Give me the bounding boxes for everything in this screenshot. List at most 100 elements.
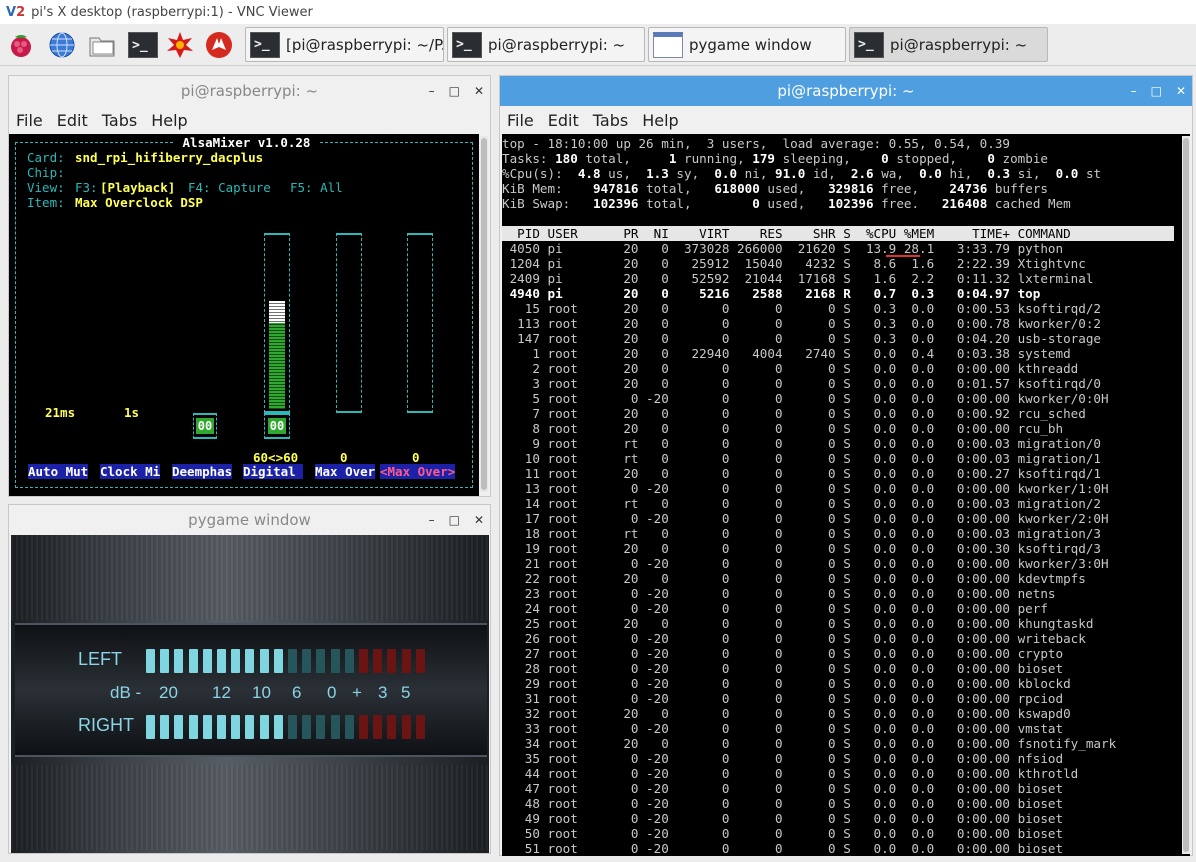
menu-tabs[interactable]: Tabs (593, 111, 628, 130)
digital-volume-slider[interactable] (264, 233, 290, 413)
label-auto-mute[interactable]: Auto Mut (28, 464, 89, 479)
process-row[interactable]: 19 root 20 0 0 0 0 S 0.0 0.0 0:00.30 kso… (502, 541, 1101, 556)
math-app-icon[interactable] (163, 28, 197, 62)
process-row[interactable]: 27 root 0 -20 0 0 0 S 0.0 0.0 0:00.00 cr… (502, 646, 1063, 661)
max-overclock-slider[interactable] (407, 233, 433, 413)
max-overclock-dsp-slider[interactable] (336, 233, 362, 413)
terminal-launcher-icon[interactable]: >_ (126, 28, 160, 62)
process-row[interactable]: 35 root 0 -20 0 0 0 S 0.0 0.0 0:00.00 nf… (502, 751, 1063, 766)
process-row[interactable]: 33 root 0 -20 0 0 0 S 0.0 0.0 0:00.00 vm… (502, 721, 1063, 736)
process-row[interactable]: 28 root 0 -20 0 0 0 S 0.0 0.0 0:00.00 bi… (502, 661, 1063, 676)
wolfram-app-icon[interactable] (202, 28, 236, 62)
process-row[interactable]: 48 root 0 -20 0 0 0 S 0.0 0.0 0:00.00 bi… (502, 796, 1063, 811)
scrollbar-thumb[interactable] (1183, 138, 1189, 852)
process-row[interactable]: 32 root 20 0 0 0 0 S 0.0 0.0 0:00.00 ksw… (502, 706, 1071, 721)
maximize-icon[interactable]: □ (449, 513, 460, 527)
process-row[interactable]: 147 root 20 0 0 0 0 S 0.3 0.0 0:04.20 us… (502, 331, 1101, 346)
deemphasis-switch[interactable]: 00 (193, 413, 217, 439)
scrollbar-thumb[interactable] (481, 138, 487, 490)
process-row[interactable]: 2409 pi 20 0 52592 21044 17168 S 1.6 2.2… (502, 271, 1094, 286)
close-icon[interactable]: ✕ (1176, 84, 1186, 98)
maximize-icon[interactable]: □ (449, 84, 460, 98)
card-value: snd_rpi_hifiberry_dacplus (75, 150, 264, 165)
process-row[interactable]: 4050 pi 20 0 373028 266000 21620 S 13.9 … (502, 241, 1064, 256)
web-browser-icon[interactable] (45, 28, 79, 62)
top-title-bar[interactable]: pi@raspberrypi: ~ – □ ✕ (500, 76, 1192, 106)
close-icon[interactable]: ✕ (474, 513, 484, 527)
top-window[interactable]: pi@raspberrypi: ~ – □ ✕ File Edit Tabs H… (499, 75, 1193, 856)
close-icon[interactable]: ✕ (474, 84, 484, 98)
process-row[interactable]: 22 root 20 0 0 0 0 S 0.0 0.0 0:00.00 kde… (502, 571, 1086, 586)
process-row[interactable]: 47 root 0 -20 0 0 0 S 0.0 0.0 0:00.00 bi… (502, 781, 1063, 796)
alsamixer-window[interactable]: pi@raspberrypi: ~ – □ ✕ File Edit Tabs H… (8, 75, 491, 497)
menu-file[interactable]: File (507, 111, 534, 130)
menu-edit[interactable]: Edit (57, 111, 88, 130)
process-row[interactable]: 113 root 20 0 0 0 0 S 0.3 0.0 0:00.78 kw… (502, 316, 1101, 331)
vu-segment (316, 715, 326, 739)
item-label: Item: (27, 195, 65, 210)
process-row[interactable]: 26 root 0 -20 0 0 0 S 0.0 0.0 0:00.00 wr… (502, 631, 1086, 646)
maximize-icon[interactable]: □ (1151, 84, 1162, 98)
pygame-window[interactable]: pygame window – □ ✕ LEFT RIGHT dB - 20 1… (8, 504, 491, 854)
view-playback[interactable]: [Playback] (100, 180, 175, 195)
process-row[interactable]: 25 root 20 0 0 0 0 S 0.0 0.0 0:00.00 khu… (502, 616, 1094, 631)
process-row[interactable]: 7 root 20 0 0 0 0 S 0.0 0.0 0:00.92 rcu_… (502, 406, 1086, 421)
process-row[interactable]: 5 root 0 -20 0 0 0 S 0.0 0.0 0:00.00 kwo… (502, 391, 1108, 406)
minimize-icon[interactable]: – (429, 513, 435, 527)
minimize-icon[interactable]: – (1131, 84, 1137, 98)
process-row[interactable]: 51 root 0 -20 0 0 0 S 0.0 0.0 0:00.00 bi… (502, 841, 1063, 856)
vu-segment (288, 649, 297, 673)
process-row[interactable]: 49 root 0 -20 0 0 0 S 0.0 0.0 0:00.00 bi… (502, 811, 1063, 826)
task-terminal-3[interactable]: >_ pi@raspberrypi: ~ (849, 27, 1048, 62)
menu-help[interactable]: Help (642, 111, 678, 130)
process-row[interactable]: 1 root 20 0 22940 4004 2740 S 0.0 0.4 0:… (502, 346, 1070, 361)
process-row[interactable]: 29 root 0 -20 0 0 0 S 0.0 0.0 0:00.00 kb… (502, 676, 1071, 691)
label-digital[interactable]: Digital (243, 464, 304, 479)
task-pygame-window[interactable]: pygame window (648, 27, 846, 62)
process-row[interactable]: 11 root 20 0 0 0 0 S 0.0 0.0 0:00.27 kso… (502, 466, 1101, 481)
top-terminal-screen[interactable]: top - 18:10:00 up 26 min, 3 users, load … (502, 134, 1190, 856)
process-row[interactable]: 21 root 0 -20 0 0 0 S 0.0 0.0 0:00.00 kw… (502, 556, 1109, 571)
digital-mute-switch[interactable]: 00 (264, 413, 290, 439)
process-row[interactable]: 2 root 20 0 0 0 0 S 0.0 0.0 0:00.00 kthr… (502, 361, 1078, 376)
process-row[interactable]: 13 root 0 -20 0 0 0 S 0.0 0.0 0:00.00 kw… (502, 481, 1109, 496)
alsamixer-screen[interactable]: AlsaMixer v1.0.28 Card: snd_rpi_hifiberr… (9, 134, 479, 496)
raspberry-menu-icon[interactable] (4, 28, 38, 62)
alsamixer-title-bar[interactable]: pi@raspberrypi: ~ – □ ✕ (9, 76, 490, 106)
process-row[interactable]: 4940 pi 20 0 5216 2588 2168 R 0.7 0.3 0:… (502, 286, 1041, 301)
process-row[interactable]: 1204 pi 20 0 25912 15040 4232 S 8.6 1.6 … (502, 256, 1086, 271)
label-deemphasis[interactable]: Deemphas (172, 464, 233, 479)
file-manager-icon[interactable] (85, 28, 119, 62)
process-row[interactable]: 14 root rt 0 0 0 0 S 0.0 0.0 0:00.03 mig… (502, 496, 1101, 511)
process-row[interactable]: 9 root rt 0 0 0 0 S 0.0 0.0 0:00.03 migr… (502, 436, 1101, 451)
process-row[interactable]: 50 root 0 -20 0 0 0 S 0.0 0.0 0:00.00 bi… (502, 826, 1063, 841)
minimize-icon[interactable]: – (429, 84, 435, 98)
process-row[interactable]: 17 root 0 -20 0 0 0 S 0.0 0.0 0:00.00 kw… (502, 511, 1109, 526)
top-scrollbar[interactable] (1182, 136, 1190, 854)
process-row[interactable]: 8 root 20 0 0 0 0 S 0.0 0.0 0:00.00 rcu_… (502, 421, 1063, 436)
process-row[interactable]: 44 root 0 -20 0 0 0 S 0.0 0.0 0:00.00 kt… (502, 766, 1079, 781)
process-row[interactable]: 24 root 0 -20 0 0 0 S 0.0 0.0 0:00.00 pe… (502, 601, 1048, 616)
label-max-overclock-dsp-selected[interactable]: <Max Over> (380, 464, 456, 479)
process-row[interactable]: 18 root rt 0 0 0 0 S 0.0 0.0 0:00.03 mig… (502, 526, 1101, 541)
menu-edit[interactable]: Edit (548, 111, 579, 130)
view-all[interactable]: F5: All (290, 180, 343, 195)
process-row[interactable]: 10 root rt 0 0 0 0 S 0.0 0.0 0:00.03 mig… (502, 451, 1101, 466)
task-terminal-2[interactable]: >_ pi@raspberrypi: ~ (447, 27, 645, 62)
alsamixer-scrollbar[interactable] (480, 136, 488, 492)
menu-tabs[interactable]: Tabs (102, 111, 137, 130)
view-capture[interactable]: F4: Capture (188, 180, 271, 195)
vu-segment (330, 715, 340, 739)
label-max-overclock[interactable]: Max Over (315, 464, 376, 479)
process-row[interactable]: 31 root 0 -20 0 0 0 S 0.0 0.0 0:00.00 rp… (502, 691, 1063, 706)
process-row[interactable]: 3 root 20 0 0 0 0 S 0.0 0.0 0:01.57 ksof… (502, 376, 1101, 391)
task-terminal-1[interactable]: >_ [pi@raspberrypi: ~/P... (245, 27, 444, 62)
menu-help[interactable]: Help (151, 111, 187, 130)
vu-segment (160, 649, 170, 673)
pygame-title-bar[interactable]: pygame window – □ ✕ (9, 505, 490, 535)
process-row[interactable]: 15 root 20 0 0 0 0 S 0.3 0.0 0:00.53 kso… (502, 301, 1101, 316)
menu-file[interactable]: File (16, 111, 43, 130)
process-row[interactable]: 23 root 0 -20 0 0 0 S 0.0 0.0 0:00.00 ne… (502, 586, 1056, 601)
process-row[interactable]: 34 root 20 0 0 0 0 S 0.0 0.0 0:00.00 fsn… (502, 736, 1116, 751)
label-clock-mix[interactable]: Clock Mi (100, 464, 161, 479)
